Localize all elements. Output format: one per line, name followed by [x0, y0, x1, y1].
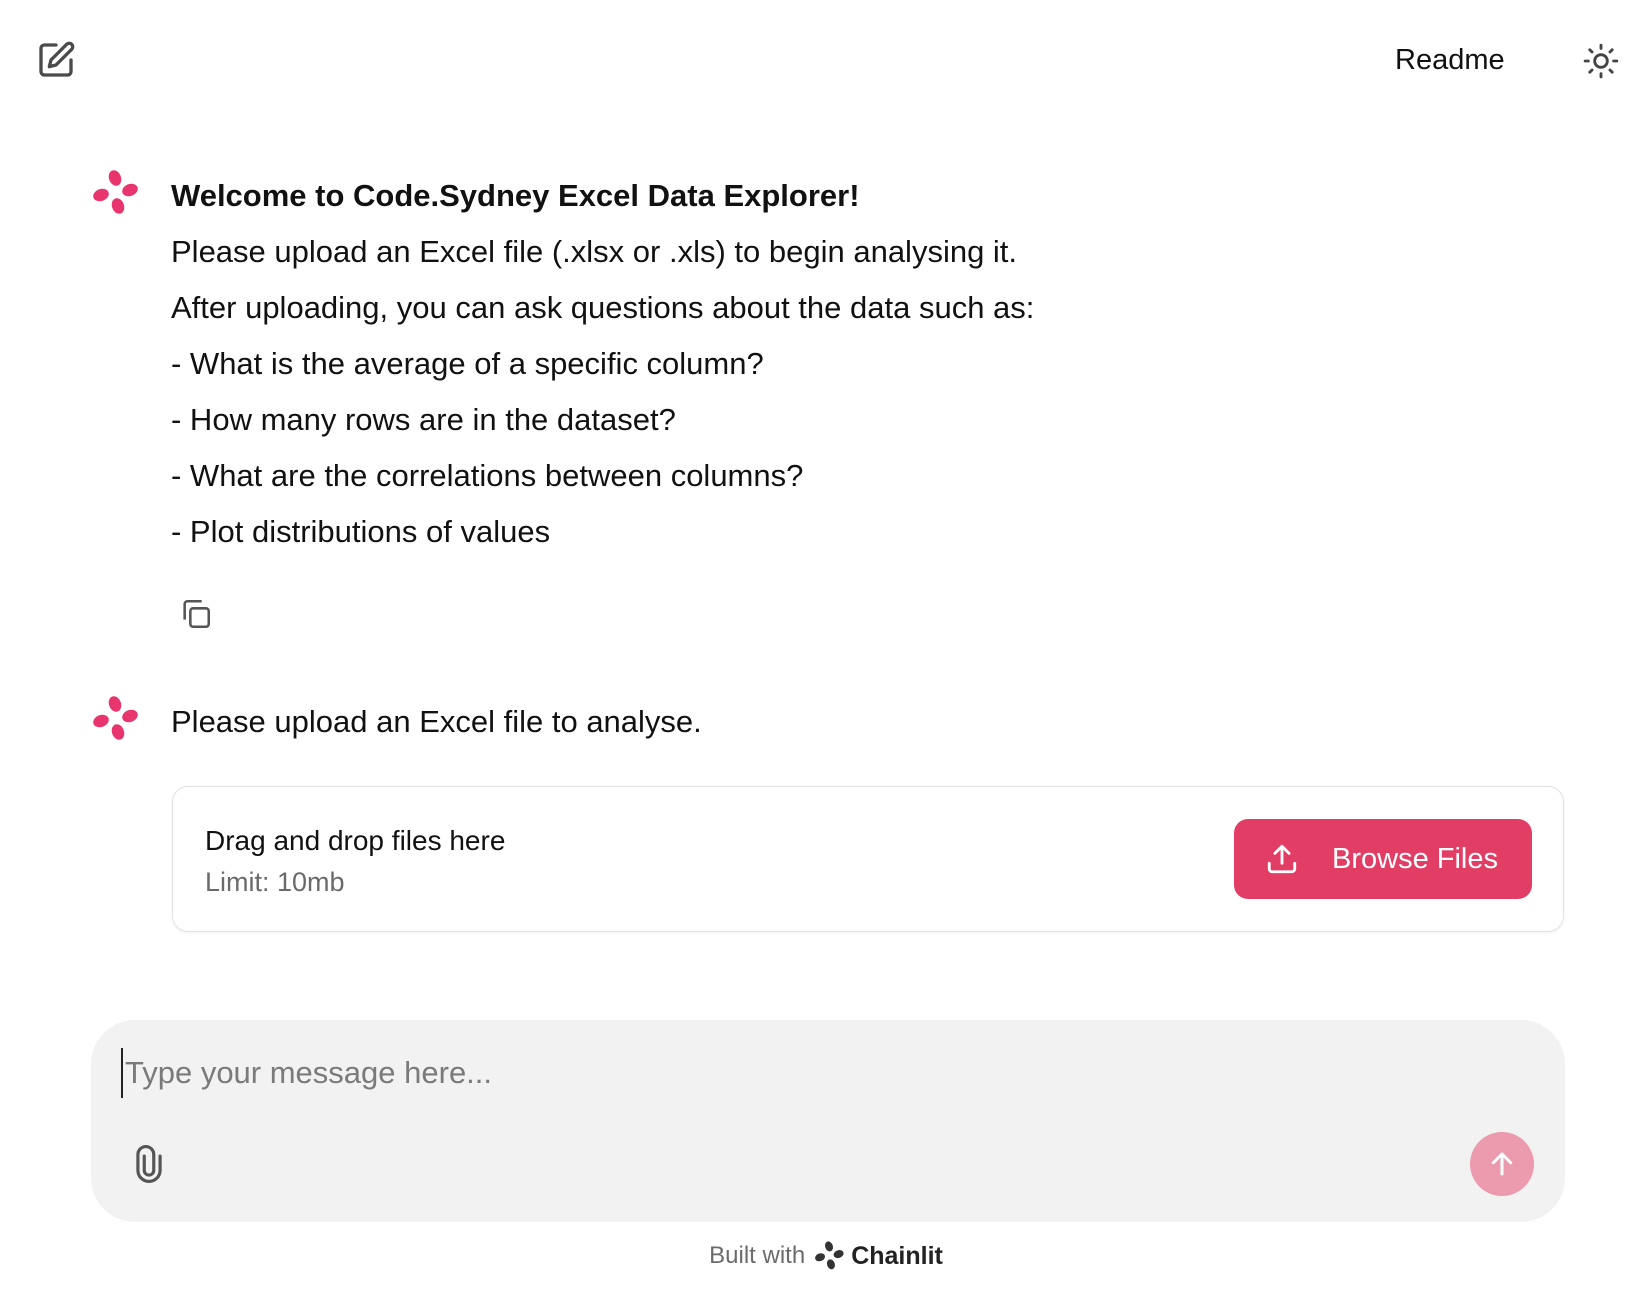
arrow-up-icon — [1491, 1152, 1513, 1176]
message-input[interactable] — [121, 1048, 1501, 1098]
new-chat-button[interactable] — [34, 38, 78, 82]
edit-square-icon — [39, 41, 75, 77]
upload-icon — [1262, 839, 1302, 879]
message-line: - What are the correlations between colu… — [171, 458, 804, 493]
readme-button[interactable]: Readme — [1395, 40, 1505, 80]
chainlit-logo-icon — [93, 696, 138, 740]
browse-files-label: Browse Files — [1332, 842, 1498, 875]
message-line: - Plot distributions of values — [171, 514, 551, 549]
copy-icon — [183, 599, 211, 629]
paperclip-icon — [136, 1145, 162, 1183]
file-upload-dropzone[interactable]: Drag and drop files here Limit: 10mb Bro… — [172, 786, 1564, 932]
dropzone-title: Drag and drop files here — [205, 825, 506, 856]
browse-files-button[interactable]: Browse Files — [1234, 819, 1532, 899]
message-heading: Welcome to Code.Sydney Excel Data Explor… — [171, 178, 860, 213]
message-line: - What is the average of a specific colu… — [171, 346, 764, 381]
message-composer — [91, 1020, 1565, 1222]
chainlit-logo-icon — [815, 1241, 844, 1270]
send-button[interactable] — [1470, 1132, 1534, 1196]
copy-button[interactable] — [174, 592, 218, 636]
footer: Built with Chainlit — [0, 1236, 1652, 1276]
message-content: Please upload an Excel file to analyse. — [171, 694, 1471, 750]
message-line: Please upload an Excel file to analyse. — [171, 704, 702, 739]
message-line: After uploading, you can ask questions a… — [171, 290, 1035, 325]
built-with-text: Built with — [709, 1242, 806, 1269]
chainlit-brand-link[interactable]: Chainlit — [851, 1242, 943, 1271]
chainlit-logo-icon — [93, 170, 138, 214]
chat-page: Readme Welcome to Code.Sydney Excel Data… — [0, 0, 1652, 1294]
message-line: - How many rows are in the dataset? — [171, 402, 676, 437]
dropzone-limit: Limit: 10mb — [205, 867, 345, 897]
message-content: Welcome to Code.Sydney Excel Data Explor… — [171, 168, 1471, 560]
sun-icon — [1583, 43, 1619, 79]
attach-file-button[interactable] — [123, 1138, 175, 1190]
message-line: Please upload an Excel file (.xlsx or .x… — [171, 234, 1018, 269]
theme-toggle-button[interactable] — [1578, 38, 1624, 84]
